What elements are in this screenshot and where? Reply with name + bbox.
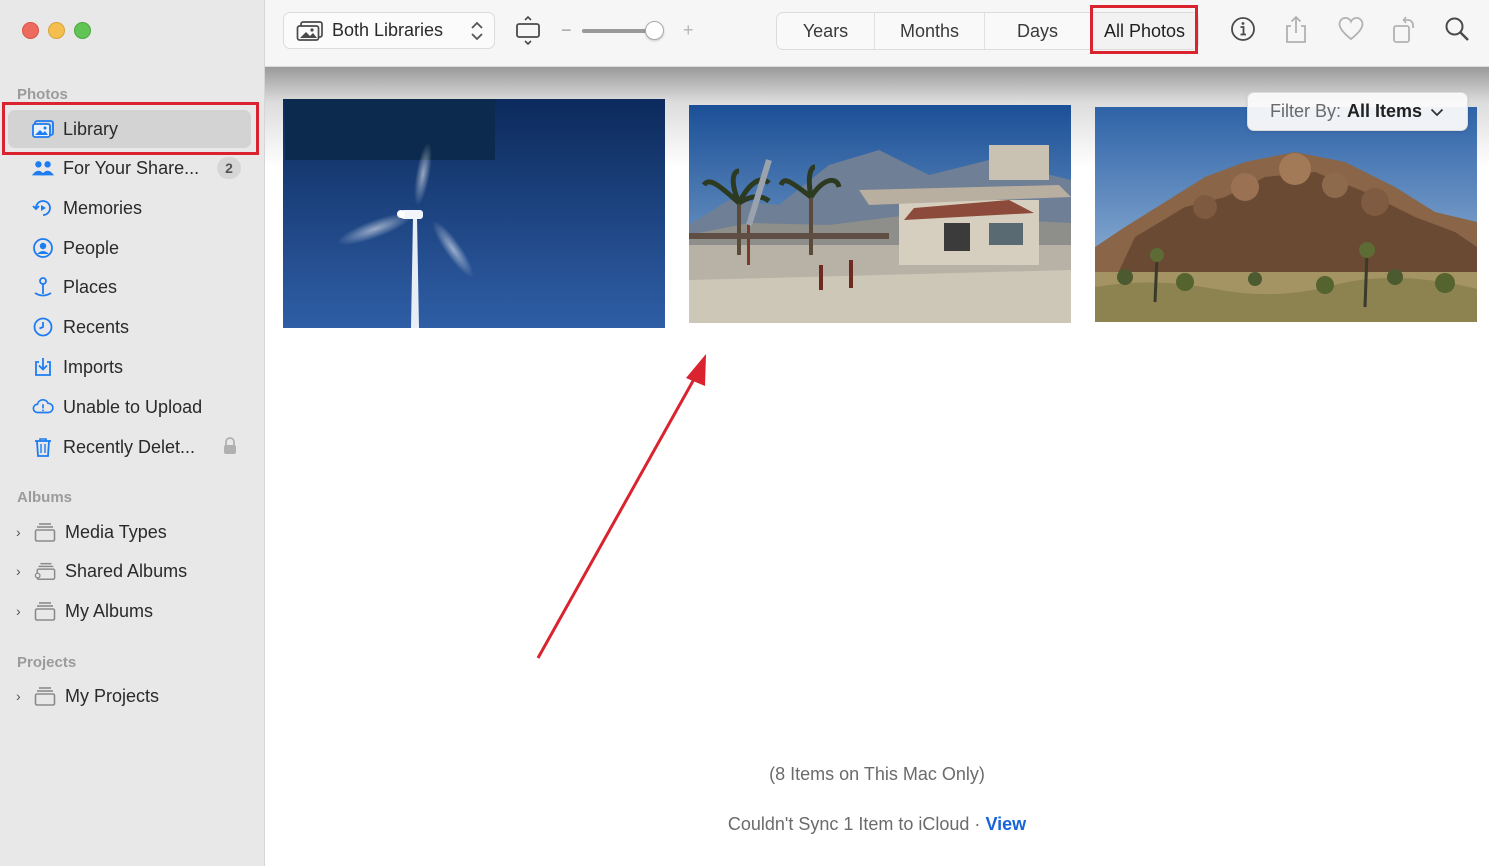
sidebar-item-label: Media Types: [65, 521, 167, 542]
sidebar-item-my-projects[interactable]: › My Projects: [8, 677, 251, 715]
sidebar-item-label: Memories: [63, 197, 143, 218]
zoom-slider-fill: [582, 29, 654, 33]
sidebar-item-shared-with-you[interactable]: For Your Share... 2: [8, 149, 251, 187]
folder-stack-icon: [34, 685, 56, 707]
rotate-icon[interactable]: [1391, 15, 1419, 50]
sidebar-item-label: Places: [63, 276, 118, 297]
minimize-window-button[interactable]: [48, 22, 65, 39]
share-icon[interactable]: [1283, 15, 1309, 50]
sidebar-item-label: Unable to Upload: [63, 396, 203, 417]
person-circle-icon: [32, 237, 54, 259]
aspect-ratio-icon[interactable]: [515, 15, 541, 51]
filter-value: All Items: [1347, 101, 1423, 121]
sidebar-item-media-types[interactable]: › Media Types: [8, 513, 251, 551]
window-controls: [22, 22, 91, 39]
sidebar-item-label: Imports: [63, 356, 124, 377]
sidebar-item-imports[interactable]: Imports: [8, 348, 251, 386]
zoom-window-button[interactable]: [74, 22, 91, 39]
folder-stack-icon: [34, 521, 56, 543]
sidebar-item-label: For Your Share...: [63, 157, 200, 178]
tab-all-photos[interactable]: All Photos: [1091, 13, 1198, 49]
sidebar-item-label: My Projects: [65, 685, 160, 706]
library-icon: [296, 20, 324, 42]
sidebar-item-label: Recents: [63, 316, 130, 337]
cloud-warning-icon: [32, 396, 54, 418]
sidebar-item-label: My Albums: [65, 600, 154, 621]
photo-wind-turbine[interactable]: [283, 99, 665, 328]
local-items-status: (8 Items on This Mac Only): [769, 764, 985, 784]
people-pair-icon: [32, 157, 54, 179]
library-select-label: Both Libraries: [332, 20, 444, 40]
zoom-in-button[interactable]: +: [683, 20, 694, 41]
tab-days[interactable]: Days: [985, 13, 1091, 49]
chevron-right-icon[interactable]: ›: [16, 603, 32, 619]
zoom-out-button[interactable]: −: [561, 20, 572, 41]
sidebar-item-shared-albums[interactable]: › Shared Albums: [8, 552, 251, 590]
updown-chevron-icon: [470, 20, 484, 47]
memories-icon: [32, 197, 54, 219]
library-select[interactable]: Both Libraries: [283, 12, 495, 49]
sidebar-item-library[interactable]: Library: [8, 110, 251, 148]
sidebar-item-people[interactable]: People: [8, 229, 251, 267]
toolbar: Both Libraries − + Years Months Days All…: [265, 0, 1489, 67]
zoom-slider-handle[interactable]: [645, 21, 664, 40]
chevron-right-icon[interactable]: ›: [16, 688, 32, 704]
chevron-right-icon[interactable]: ›: [16, 524, 32, 540]
info-icon[interactable]: [1229, 15, 1257, 48]
sync-status-text: Couldn't Sync 1 Item to iCloud ·: [727, 814, 981, 834]
filter-label: Filter By:: [1270, 101, 1342, 121]
view-segmented-control: Years Months Days All Photos: [776, 12, 1199, 50]
section-title-projects: Projects: [17, 654, 77, 671]
view-sync-link[interactable]: View: [985, 814, 1026, 834]
section-title-photos: Photos: [17, 86, 68, 103]
sidebar-item-my-albums[interactable]: › My Albums: [8, 592, 251, 630]
trash-icon: [32, 436, 54, 458]
sidebar-item-recently-deleted[interactable]: Recently Delet...: [8, 428, 251, 466]
filter-by-button[interactable]: Filter By: All Items: [1247, 92, 1468, 131]
shared-folder-icon: [34, 560, 56, 582]
annotation-arrow: [536, 354, 706, 659]
count-badge: 2: [217, 157, 241, 179]
sidebar-item-unable-to-upload[interactable]: Unable to Upload: [8, 388, 251, 426]
sidebar-item-label: Shared Albums: [65, 560, 188, 581]
sidebar-item-recents[interactable]: Recents: [8, 308, 251, 346]
photo-desert-rocks[interactable]: [1095, 107, 1477, 322]
sidebar-item-label: People: [63, 237, 120, 258]
heart-icon[interactable]: [1337, 15, 1365, 48]
sidebar-item-memories[interactable]: Memories: [8, 189, 251, 227]
search-icon[interactable]: [1443, 15, 1471, 48]
import-icon: [32, 356, 54, 378]
library-icon: [32, 118, 54, 140]
close-window-button[interactable]: [22, 22, 39, 39]
sidebar-item-label: Library: [63, 118, 119, 139]
photo-gas-station[interactable]: [689, 105, 1071, 323]
sidebar: Photos Library For Your Share... 2 Memor…: [0, 0, 265, 866]
tab-months[interactable]: Months: [875, 13, 985, 49]
photo-grid: Filter By: All Items (8 Items on This Ma…: [265, 67, 1489, 866]
pin-icon: [32, 276, 54, 298]
sync-status: Couldn't Sync 1 Item to iCloud · View: [265, 814, 1489, 835]
chevron-down-icon: [1430, 107, 1444, 117]
section-title-albums: Albums: [17, 489, 73, 506]
lock-icon: [223, 437, 237, 460]
clock-icon: [32, 316, 54, 338]
sidebar-item-places[interactable]: Places: [8, 268, 251, 306]
chevron-right-icon[interactable]: ›: [16, 563, 32, 579]
folder-stack-icon: [34, 600, 56, 622]
sidebar-item-label: Recently Delet...: [63, 436, 196, 457]
tab-years[interactable]: Years: [777, 13, 875, 49]
